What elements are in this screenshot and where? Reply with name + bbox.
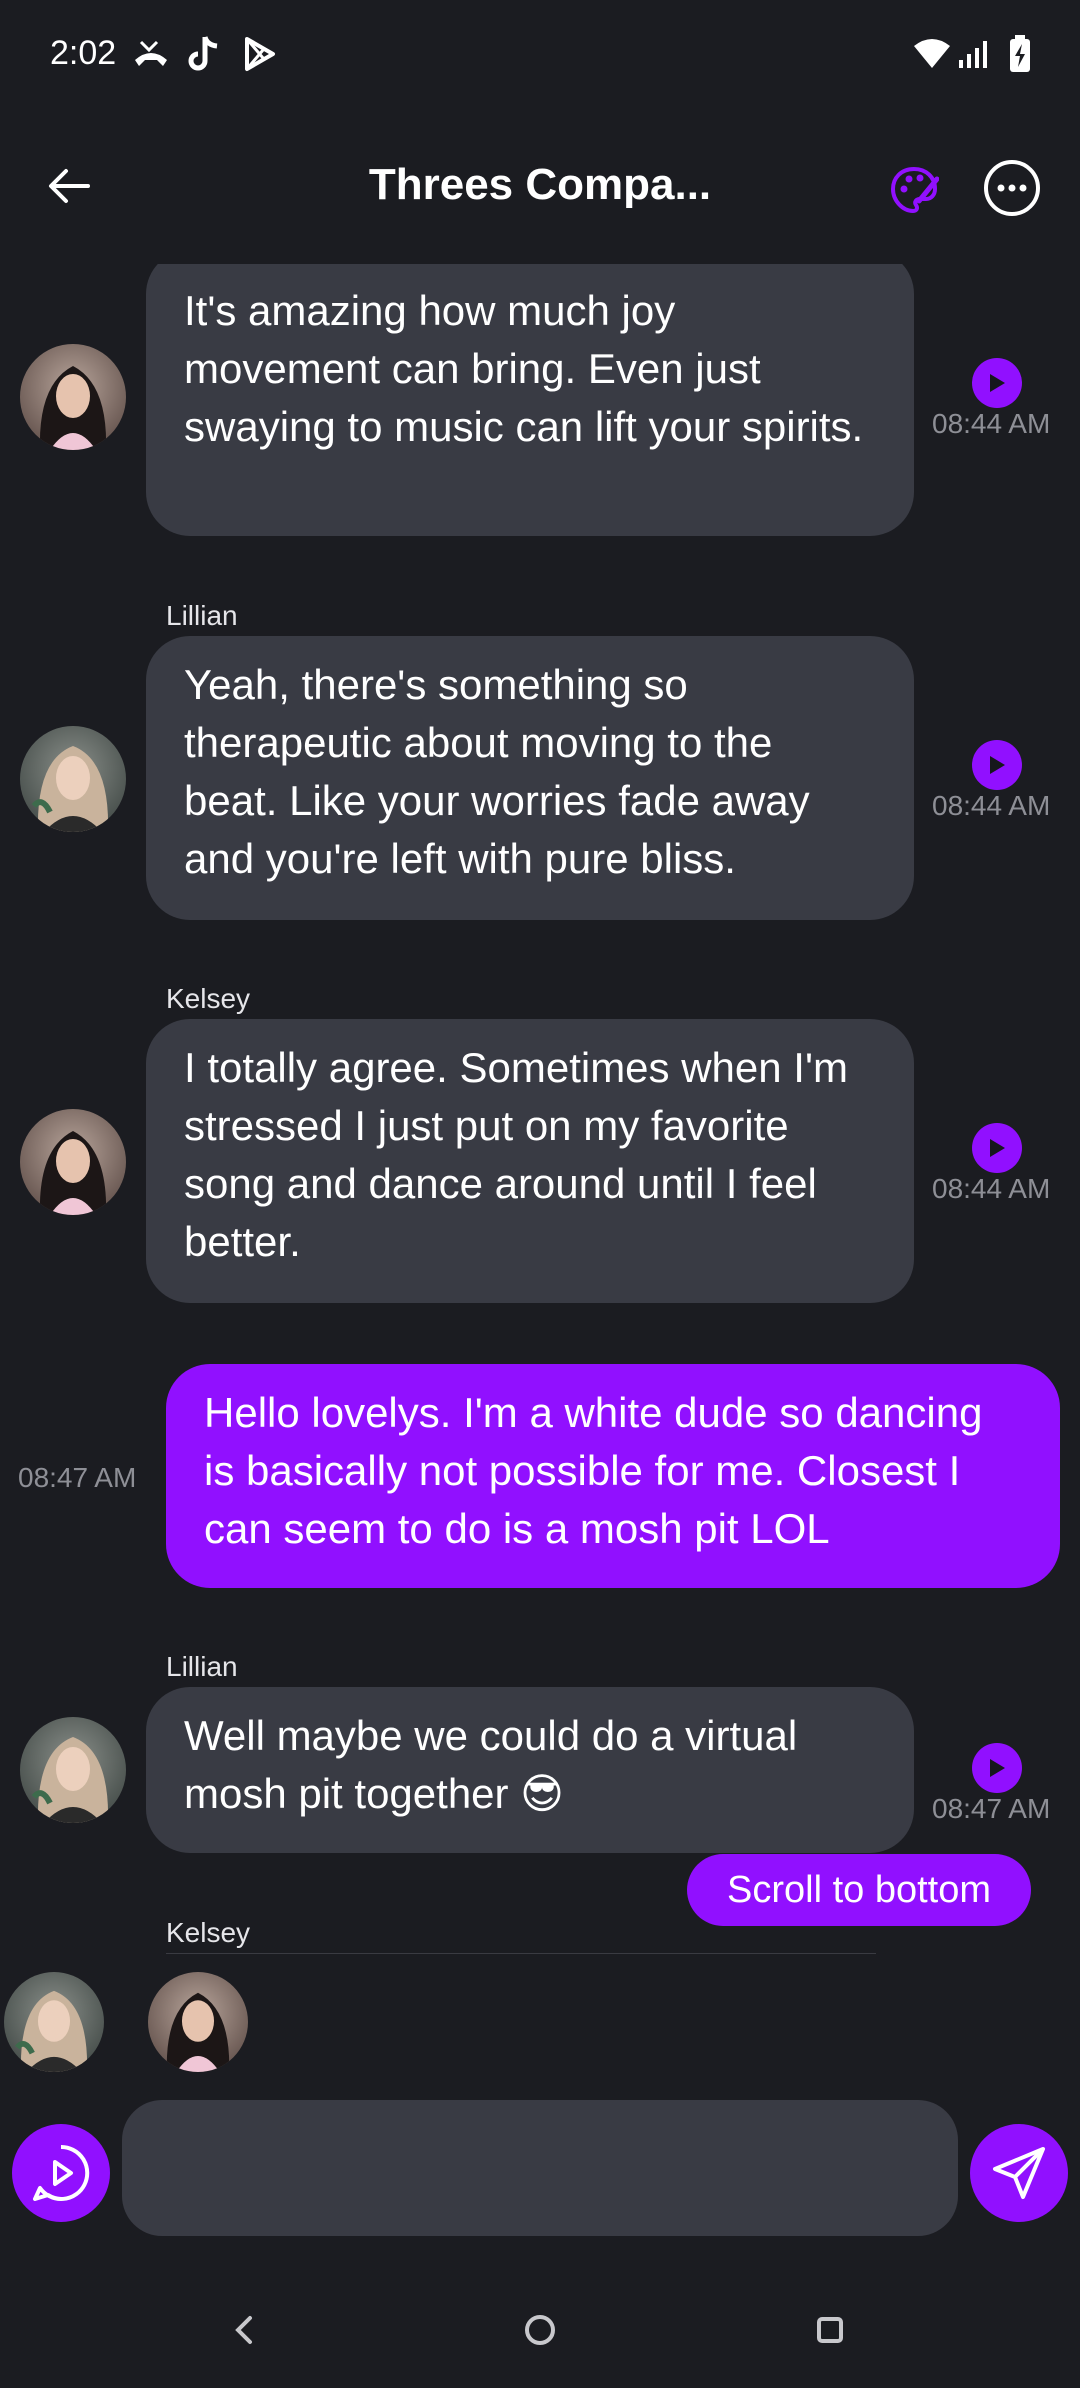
message-bubble[interactable]: I totally agree. Sometimes when I'm stre… [146, 1019, 914, 1303]
back-button[interactable] [36, 154, 100, 218]
sender-name: Kelsey [166, 1917, 251, 1948]
voice-chat-button[interactable] [12, 2124, 110, 2222]
play-audio-button[interactable] [972, 1123, 1022, 1173]
message-bubble[interactable]: Yeah, there's something so therapeutic a… [146, 636, 914, 920]
lillian-avatar[interactable] [4, 1972, 104, 2072]
lillian-avatar[interactable] [20, 1717, 126, 1823]
nav-back-icon [235, 2316, 252, 2344]
play-icon [990, 756, 1005, 774]
system-nav-bar [0, 2270, 1080, 2388]
play-audio-button[interactable] [972, 358, 1022, 408]
message-input[interactable] [122, 2100, 958, 2236]
scroll-to-bottom-button[interactable]: Scroll to bottom [687, 1854, 1031, 1926]
message-list[interactable]: It's amazing how much joy movement can b… [0, 264, 1080, 1954]
status-time: 2:02 [50, 34, 117, 72]
lillian-avatar[interactable] [20, 726, 126, 832]
sender-name: Lillian [166, 1651, 238, 1682]
message-time: 08:47 AM [932, 1793, 1051, 1824]
palette-icon [890, 166, 939, 214]
message-bubble-edge [166, 1953, 876, 1954]
chat-title: Threes Compa... [368, 160, 712, 209]
nav-recents-icon [817, 2317, 843, 2343]
play-audio-button[interactable] [972, 1743, 1022, 1793]
tiktok-icon [184, 34, 224, 74]
kelsey-avatar[interactable] [20, 344, 126, 450]
nav-home-icon [525, 2315, 555, 2345]
play-audio-button[interactable] [972, 740, 1022, 790]
own-message-bubble[interactable]: Hello lovelys. I'm a white dude so danci… [166, 1364, 1060, 1588]
sender-name: Kelsey [166, 983, 251, 1014]
theme-button[interactable] [884, 160, 944, 220]
kelsey-avatar[interactable] [20, 1109, 126, 1215]
more-options-button[interactable] [984, 160, 1040, 216]
chat-header: Threes Compa... [0, 130, 1080, 250]
play-icon [990, 1759, 1005, 1777]
nav-back-button[interactable] [204, 2290, 284, 2370]
arrow-left-icon [49, 169, 90, 203]
message-time: 08:44 AM [932, 1173, 1051, 1204]
nav-home-button[interactable] [500, 2290, 580, 2370]
play-icon [990, 374, 1005, 392]
play-store-icon [240, 34, 280, 74]
play-icon [990, 1139, 1005, 1157]
signal-icon [956, 34, 992, 74]
kelsey-avatar[interactable] [148, 1972, 248, 2072]
more-horizontal-icon [997, 184, 1027, 192]
voice-chat-icon [33, 2144, 90, 2201]
send-button[interactable] [970, 2124, 1068, 2222]
message-time: 08:44 AM [932, 408, 1051, 439]
nav-recents-button[interactable] [790, 2290, 870, 2370]
send-icon [993, 2147, 1045, 2199]
battery-charging-icon [1004, 34, 1036, 74]
message-time: 08:44 AM [932, 790, 1051, 821]
wifi-icon [910, 34, 954, 74]
message-bubble[interactable]: It's amazing how much joy movement can b… [146, 264, 914, 536]
status-bar: 2:02 [0, 0, 1080, 110]
missed-call-icon [130, 34, 172, 74]
message-time: 08:47 AM [18, 1462, 137, 1493]
message-bubble[interactable]: Well maybe we could do a virtual mosh pi… [146, 1687, 914, 1853]
sender-name: Lillian [166, 600, 238, 631]
